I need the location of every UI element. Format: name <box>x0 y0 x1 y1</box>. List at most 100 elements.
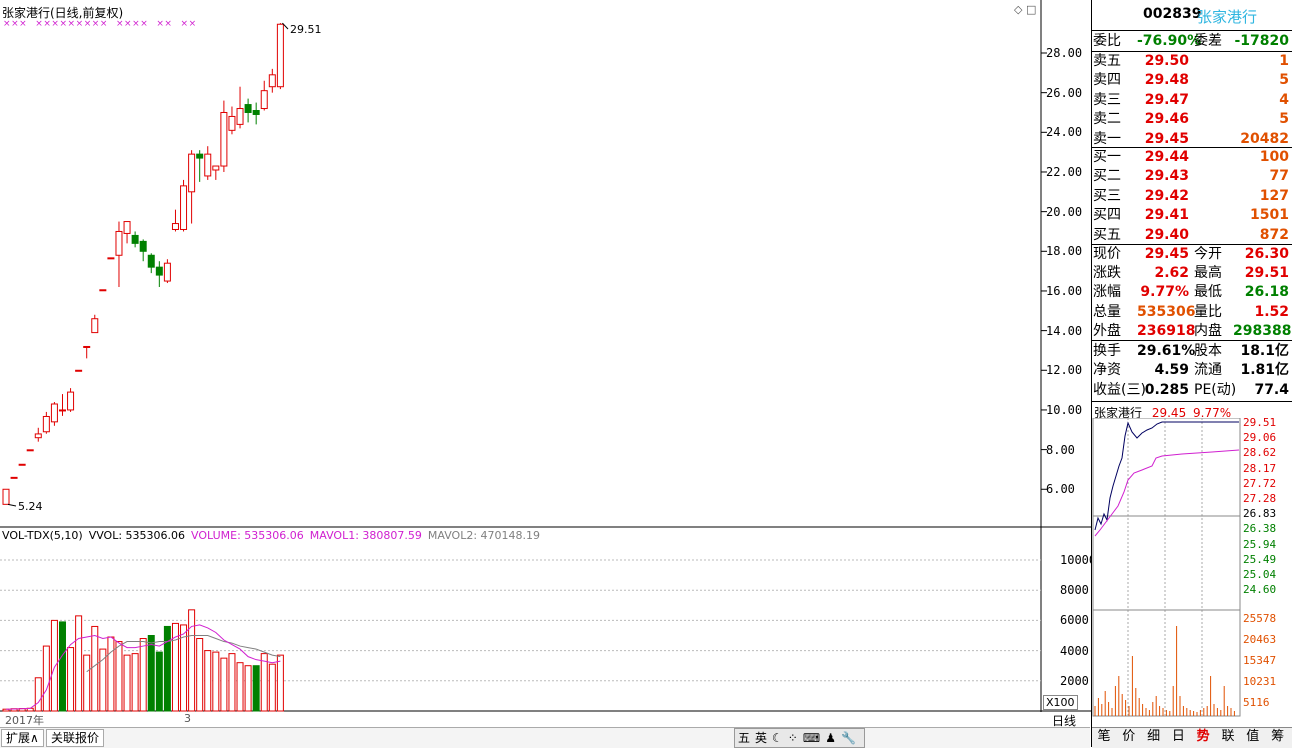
fund-value: 4.59 <box>1154 362 1189 379</box>
intraday-price-label: 27.72 <box>1243 476 1277 490</box>
panel-tab[interactable]: 筹 <box>1267 729 1289 745</box>
ma-marker: × <box>140 19 148 29</box>
stock-code: 002839 <box>1143 6 1202 22</box>
volume-bar <box>244 665 252 712</box>
ime-lang-icon[interactable]: 英 <box>755 731 767 745</box>
ma-marker: × <box>124 19 132 29</box>
ime-mode-icon[interactable]: 五 <box>738 731 750 745</box>
related-quote-tab[interactable]: 关联报价 <box>46 729 105 747</box>
panel-tab[interactable]: 笔 <box>1093 729 1115 745</box>
volume-bar <box>83 654 91 712</box>
volume-bar <box>75 615 83 712</box>
volume-bar <box>163 625 171 712</box>
candle-body <box>204 153 212 177</box>
intraday-price-label: 28.17 <box>1243 461 1277 475</box>
asks-volume: 20482 <box>1240 130 1289 147</box>
stat-value2: 26.30 <box>1244 246 1289 262</box>
volume-bar <box>228 653 236 712</box>
stat-label: 外盘 <box>1093 322 1121 339</box>
intraday-volume-label: 25578 <box>1243 612 1277 625</box>
panel-tab[interactable]: 细 <box>1143 729 1165 745</box>
fundamental-row: 净资 4.59 流通 1.81亿 <box>1093 361 1290 380</box>
price-tick-label: 10.00 <box>1046 402 1083 417</box>
mavol2-value: MAVOL2: 470148.19 <box>427 529 541 542</box>
panel-tab[interactable]: 日 <box>1167 729 1189 745</box>
panel-tab[interactable]: 联 <box>1217 729 1239 745</box>
bids-row: 买三 29.42 127 <box>1093 187 1290 206</box>
fund-label: 净资 <box>1093 362 1121 379</box>
bids-row: 买四 29.41 1501 <box>1093 206 1290 225</box>
panel-tab[interactable]: 势 <box>1192 729 1214 745</box>
ma-marker: × <box>164 19 172 29</box>
stat-label: 涨跌 <box>1093 265 1121 282</box>
ime-punct-icon[interactable]: ⁘ <box>788 731 798 745</box>
x-axis-month: 3 <box>184 712 191 725</box>
bids-label: 买五 <box>1093 226 1121 243</box>
price-tick-label: 14.00 <box>1046 323 1083 338</box>
stat-label2: 最高 <box>1194 265 1222 282</box>
weibi-value: -76.90% <box>1137 33 1202 49</box>
stat-value2: 29.51 <box>1244 265 1289 282</box>
ime-moon-icon[interactable]: ☾ <box>772 731 783 745</box>
intraday-price-label: 25.49 <box>1243 552 1277 566</box>
intraday-price-label: 29.06 <box>1243 431 1277 445</box>
bids-volume: 100 <box>1259 149 1289 165</box>
volume-bar <box>260 653 268 712</box>
chart-corner-buttons[interactable]: ◇ □ <box>1014 3 1036 16</box>
ma-marker: × <box>156 19 164 29</box>
ma-marker: × <box>181 19 189 29</box>
asks-volume: 1 <box>1279 53 1289 69</box>
mavol1-value: MAVOL1: 380807.59 <box>309 529 422 542</box>
panel-tab[interactable]: 价 <box>1118 729 1140 745</box>
vvol-value: VVOL: 535306.06 <box>88 529 186 542</box>
stat-label2: 内盘 <box>1194 322 1222 339</box>
bids-price: 29.44 <box>1144 149 1189 165</box>
volume-unit-button[interactable]: X100 <box>1043 695 1078 710</box>
price-tick-label: 16.00 <box>1046 283 1083 298</box>
candle-body <box>196 153 204 159</box>
candle-body <box>83 345 91 348</box>
volume-bar <box>131 653 139 712</box>
panel-tab[interactable]: 值 <box>1242 729 1264 745</box>
divider <box>1092 401 1292 402</box>
bids-label: 买一 <box>1093 149 1121 165</box>
price-tick-label: 20.00 <box>1046 204 1083 219</box>
ma-marker: × <box>132 19 140 29</box>
stat-row: 涨跌 2.62 最高 29.51 <box>1093 264 1290 283</box>
kline-chart[interactable]: × × × × × × × × × × × × × × × × × × × × <box>0 0 1091 727</box>
ime-keyboard-icon[interactable]: ⌨ <box>803 731 820 745</box>
volume-bar <box>147 635 155 712</box>
stat-label2: 量比 <box>1194 303 1222 320</box>
candle-body <box>212 165 220 171</box>
intraday-price-label: 24.60 <box>1243 583 1277 597</box>
stat-row: 现价 29.45 今开 26.30 <box>1093 245 1290 264</box>
divider <box>1092 30 1292 31</box>
ime-wrench-icon[interactable]: 🔧 <box>841 731 856 745</box>
stat-value2: 1.52 <box>1254 303 1289 320</box>
asks-row: 卖四 29.48 5 <box>1093 71 1290 90</box>
volume-bar <box>67 647 75 712</box>
ime-user-icon[interactable]: ♟ <box>825 731 836 745</box>
volume-bar <box>212 651 220 712</box>
intraday-price-label: 26.83 <box>1243 507 1277 521</box>
expand-tab[interactable]: 扩展∧ <box>1 729 44 747</box>
price-tick-label: 22.00 <box>1046 164 1083 179</box>
bids-volume: 1501 <box>1250 207 1289 224</box>
candle-body <box>75 369 83 372</box>
stat-label2: 最低 <box>1194 284 1222 301</box>
candle-body <box>147 254 155 268</box>
bottom-toolbar <box>0 727 1090 748</box>
asks-volume: 4 <box>1279 91 1289 108</box>
bids-price: 29.40 <box>1144 226 1189 243</box>
fund-value2: 1.81亿 <box>1240 362 1289 379</box>
vol-indicator-name: VOL-TDX(5,10) <box>2 529 83 542</box>
asks-price: 29.48 <box>1144 72 1189 89</box>
volume-bar <box>58 621 66 712</box>
bids-volume: 872 <box>1259 226 1289 243</box>
bids-label: 买三 <box>1093 187 1121 204</box>
asks-row: 卖一 29.45 20482 <box>1093 130 1290 149</box>
intraday-volume-label: 20463 <box>1243 633 1277 646</box>
volume-bar <box>107 636 115 712</box>
fund-value: 0.285 <box>1144 381 1189 398</box>
candle-body <box>34 433 42 439</box>
